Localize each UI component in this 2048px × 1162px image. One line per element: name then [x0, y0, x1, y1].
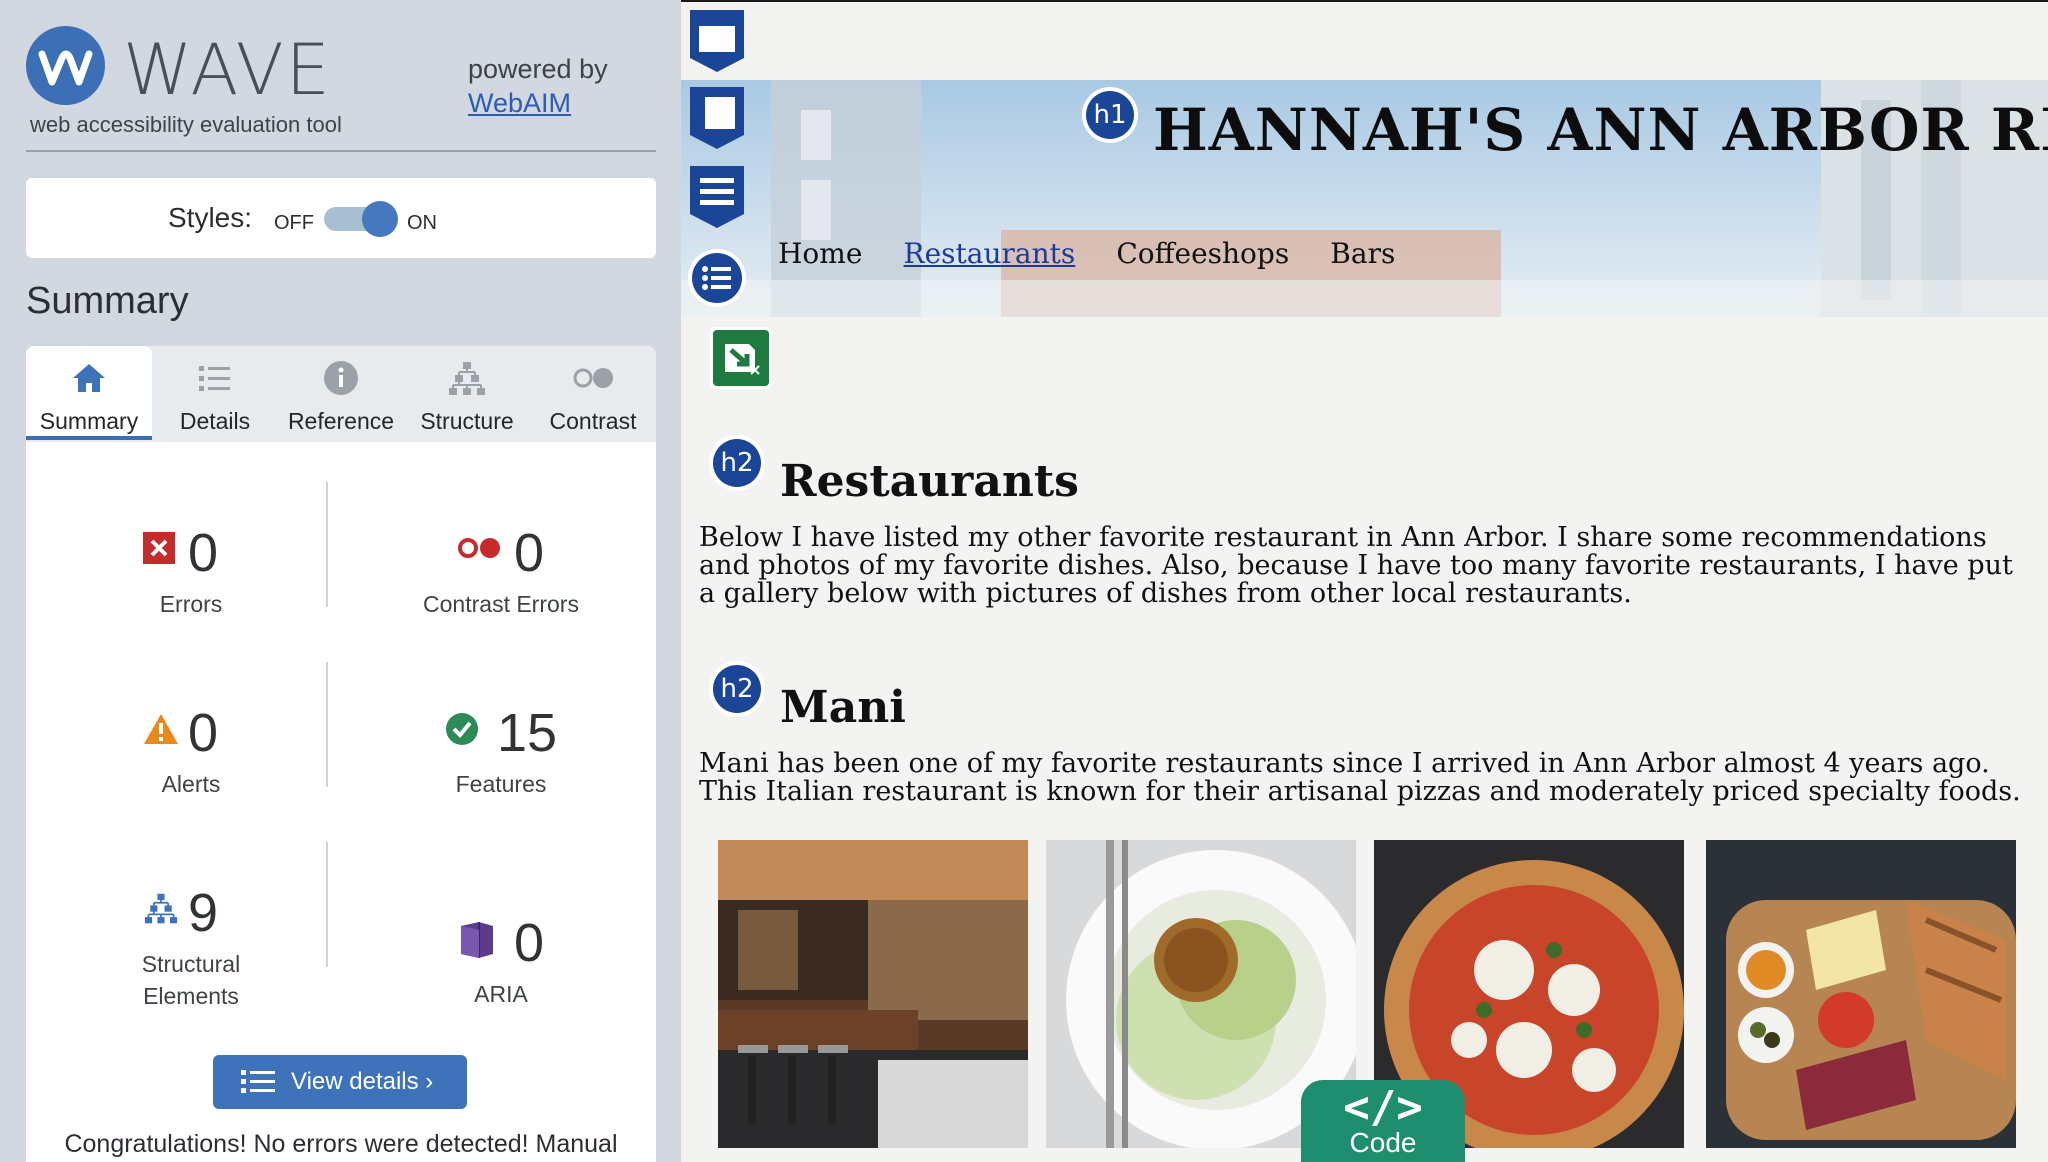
heading-mani: Mani	[780, 682, 906, 733]
h2-badge-text: h2	[713, 665, 761, 713]
structural-label-line1: Structural	[141, 951, 241, 977]
charcuterie-board-photo	[1706, 840, 2016, 1148]
aria-label: ARIA	[474, 981, 528, 1007]
site-title: HANNAH'S ANN ARBOR REVIEW	[1153, 96, 2048, 164]
stat-aria[interactable]: 0 ARIA	[361, 908, 641, 1010]
wave-logo-icon	[26, 26, 105, 105]
skip-link-icon[interactable]	[709, 326, 773, 394]
restaurant-interior-photo	[718, 840, 1028, 1148]
toggle-knob	[362, 201, 398, 237]
styles-toggle-box: Styles: OFF ON	[26, 178, 656, 258]
wave-title: WAVE	[123, 29, 332, 111]
stat-alerts[interactable]: 0 Alerts	[51, 698, 331, 800]
list-icon	[241, 1070, 275, 1093]
styles-label: Styles:	[168, 202, 253, 233]
congrats-message: Congratulations! No errors were detected…	[64, 1130, 618, 1158]
tab-label: Summary	[39, 408, 139, 434]
structure-icon	[143, 892, 179, 931]
aria-icon	[457, 920, 497, 965]
styles-toggle[interactable]	[324, 201, 398, 237]
summary-heading: Summary	[26, 280, 189, 322]
nav-home[interactable]: Home	[778, 237, 862, 270]
view-details-button[interactable]: View details ›	[213, 1055, 467, 1109]
tab-label: Details	[179, 408, 251, 434]
styles-off-label: OFF	[274, 212, 314, 234]
stat-features[interactable]: 15 Features	[361, 698, 641, 800]
h2-badge-text: h2	[713, 439, 761, 487]
contrast-error-icon	[457, 536, 503, 565]
header-region-icon[interactable]	[687, 8, 747, 78]
tab-details[interactable]: Details	[152, 346, 278, 440]
logo-divider	[26, 150, 656, 152]
tab-reference[interactable]: Reference	[278, 346, 404, 440]
powered-by: powered by WebAIM	[468, 52, 608, 120]
code-toggle-button[interactable]: </> Code	[1301, 1080, 1465, 1162]
tab-label: Structure	[420, 408, 514, 434]
wave-subtitle: web accessibility evaluation tool	[30, 112, 342, 137]
code-icon: </>	[1343, 1082, 1423, 1133]
tab-label: Reference	[287, 408, 395, 434]
stat-errors[interactable]: 0 Errors	[51, 518, 331, 620]
view-details-label: View details ›	[291, 1068, 434, 1095]
h1-badge-text: h1	[1086, 91, 1134, 139]
main-nav: Home Restaurants Coffeeshops Bars	[778, 237, 1431, 270]
h2-badge-icon[interactable]: h2	[709, 661, 765, 717]
aria-count: 0	[514, 913, 545, 973]
h2-badge-icon[interactable]: h2	[709, 435, 765, 491]
h1-badge-icon[interactable]: h1	[1082, 87, 1138, 143]
info-icon	[278, 358, 404, 398]
webaim-link[interactable]: WebAIM	[468, 86, 608, 120]
unordered-list-icon[interactable]	[687, 248, 747, 312]
panel-tabs: Summary Details Reference Structure Cont…	[26, 346, 656, 442]
alerts-label: Alerts	[161, 771, 221, 797]
error-icon	[143, 532, 175, 569]
contrast-errors-label: Contrast Errors	[423, 591, 579, 617]
home-icon	[26, 358, 152, 398]
summary-panel: 0 Errors 0 Contrast Errors 0 Alerts 15 F…	[26, 442, 656, 1162]
tab-structure[interactable]: Structure	[404, 346, 530, 440]
errors-count: 0	[188, 523, 219, 583]
errors-label: Errors	[159, 591, 223, 617]
restaurants-intro: Below I have listed my other favorite re…	[699, 522, 2013, 609]
wave-sidebar: WAVE web accessibility evaluation tool p…	[0, 0, 681, 1162]
stat-contrast-errors[interactable]: 0 Contrast Errors	[361, 518, 641, 620]
navigation-region-icon[interactable]	[687, 164, 747, 234]
list-icon	[152, 358, 278, 398]
structure-icon	[404, 358, 530, 398]
contrast-errors-count: 0	[514, 523, 545, 583]
nav-bars[interactable]: Bars	[1330, 237, 1395, 270]
alerts-count: 0	[188, 703, 219, 763]
page-preview: h1 HANNAH'S ANN ARBOR REVIEW Home Restau…	[681, 0, 2048, 1162]
main-region-icon[interactable]	[687, 85, 747, 155]
code-label: Code	[1349, 1127, 1417, 1158]
mani-description: Mani has been one of my favorite restaur…	[699, 748, 2021, 807]
structural-count: 9	[188, 883, 219, 943]
features-label: Features	[455, 771, 547, 797]
heading-restaurants: Restaurants	[780, 456, 1079, 507]
contrast-icon	[530, 358, 656, 398]
stat-structural[interactable]: 9 Structural Elements	[51, 878, 331, 1012]
tab-label: Contrast	[549, 408, 637, 434]
nav-restaurants[interactable]: Restaurants	[904, 237, 1076, 270]
tab-summary[interactable]: Summary	[26, 346, 152, 440]
top-strip	[681, 0, 2048, 2]
styles-on-label: ON	[407, 212, 437, 234]
nav-coffeeshops[interactable]: Coffeeshops	[1116, 237, 1289, 270]
powered-by-text: powered by	[468, 54, 608, 84]
tab-contrast[interactable]: Contrast	[530, 346, 656, 440]
feature-icon	[445, 712, 479, 751]
structural-label-line2: Elements	[143, 983, 239, 1009]
features-count: 15	[497, 703, 558, 763]
alert-icon	[143, 712, 179, 751]
